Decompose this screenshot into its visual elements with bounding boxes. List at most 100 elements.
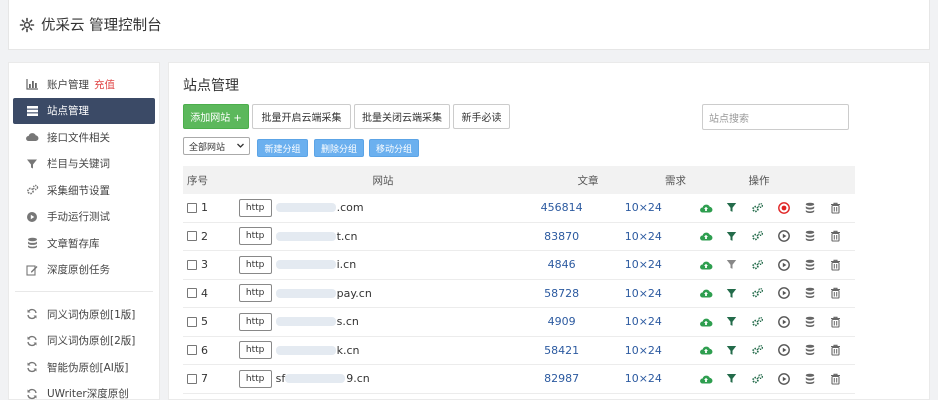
gears-icon[interactable] [751, 286, 765, 300]
play-icon[interactable] [777, 343, 791, 357]
sidebar-item-2[interactable]: 智能伪原创[AI版] [13, 354, 155, 381]
sidebar-item-0[interactable]: 账户管理 充值 [13, 71, 155, 98]
site-domain[interactable]: 9.cn [346, 372, 370, 385]
cloud-upload-icon[interactable] [699, 343, 713, 357]
sidebar-item-7[interactable]: 深度原创任务 [13, 257, 155, 284]
cloud-upload-icon[interactable] [699, 372, 713, 386]
site-domain[interactable]: i.cn [337, 258, 357, 271]
row-no-cell: 7 [183, 372, 235, 385]
site-domain[interactable]: t.cn [337, 230, 358, 243]
demand-value[interactable]: 10×24 [618, 344, 669, 357]
sidebar-item-1[interactable]: 同义词伪原创[2版] [13, 328, 155, 355]
filter-icon[interactable] [725, 229, 739, 243]
play-icon[interactable] [777, 201, 791, 215]
database-icon[interactable] [803, 229, 817, 243]
article-count[interactable]: 58421 [506, 344, 618, 357]
demand-value[interactable]: 10×24 [618, 258, 669, 271]
site-domain[interactable]: k.cn [337, 344, 360, 357]
gears-icon[interactable] [751, 229, 765, 243]
row-checkbox[interactable] [187, 373, 197, 384]
site-domain[interactable]: .com [337, 201, 364, 214]
article-count[interactable]: 4846 [506, 258, 618, 271]
trash-icon[interactable] [829, 229, 843, 243]
batch-close-cloud-button[interactable]: 批量关闭云端采集 [354, 104, 450, 129]
article-count[interactable]: 58728 [506, 287, 618, 300]
play-icon[interactable] [777, 372, 791, 386]
site-domain[interactable]: s.cn [337, 315, 359, 328]
filter-icon[interactable] [725, 315, 739, 329]
gears-icon[interactable] [751, 258, 765, 272]
row-number: 6 [201, 343, 208, 357]
demand-value[interactable]: 10×24 [618, 315, 669, 328]
row-checkbox[interactable] [187, 202, 197, 213]
gears-icon[interactable] [751, 343, 765, 357]
database-icon[interactable] [803, 258, 817, 272]
row-checkbox[interactable] [187, 231, 197, 242]
article-count[interactable]: 456814 [506, 201, 618, 214]
demand-value[interactable]: 10×24 [618, 372, 669, 385]
demand-value[interactable]: 10×24 [618, 287, 669, 300]
play-icon[interactable] [777, 229, 791, 243]
sidebar-item-0[interactable]: 同义词伪原创[1版] [13, 301, 155, 328]
sidebar-item-1[interactable]: 站点管理 [13, 97, 155, 124]
sidebar-item-3[interactable]: UWriter深度原创 [13, 381, 155, 400]
database-icon[interactable] [803, 201, 817, 215]
database-icon[interactable] [803, 372, 817, 386]
demand-value[interactable]: 10×24 [618, 201, 669, 214]
cloud-upload-icon[interactable] [699, 201, 713, 215]
gears-icon [25, 183, 39, 197]
row-checkbox[interactable] [187, 288, 197, 299]
play-icon[interactable] [777, 258, 791, 272]
cloud-upload-icon[interactable] [699, 229, 713, 243]
row-no-cell: 6 [183, 344, 235, 357]
app-title: 优采云 管理控制台 [41, 18, 162, 34]
demand-value[interactable]: 10×24 [618, 230, 669, 243]
site-filter-select[interactable]: 全部网站 [183, 137, 250, 155]
cloud-upload-icon[interactable] [699, 286, 713, 300]
filter-icon[interactable] [725, 286, 739, 300]
sidebar-item-3[interactable]: 栏目与关键词 [13, 151, 155, 178]
filter-icon[interactable] [725, 372, 739, 386]
batch-open-cloud-button[interactable]: 批量开启云端采集 [252, 104, 351, 129]
recharge-badge[interactable]: 充值 [94, 77, 115, 92]
article-count[interactable]: 83870 [506, 230, 618, 243]
row-number: 7 [201, 372, 208, 386]
database-icon[interactable] [803, 315, 817, 329]
article-count[interactable]: 82987 [506, 372, 618, 385]
sidebar-item-5[interactable]: 手动运行测试 [13, 204, 155, 231]
sidebar-item-2[interactable]: 接口文件相关 [13, 124, 155, 151]
article-count[interactable]: 4909 [506, 315, 618, 328]
trash-icon[interactable] [829, 286, 843, 300]
add-site-button[interactable]: 添加网站 + [183, 104, 249, 129]
play-icon[interactable] [777, 286, 791, 300]
sidebar-item-label: 栏目与关键词 [47, 158, 110, 171]
trash-icon[interactable] [829, 372, 843, 386]
play-icon[interactable] [777, 315, 791, 329]
row-checkbox[interactable] [187, 345, 197, 356]
gears-icon[interactable] [751, 201, 765, 215]
sidebar-item-4[interactable]: 采集细节设置 [13, 177, 155, 204]
delete-group-button[interactable]: 删除分组 [314, 139, 364, 157]
guide-button[interactable]: 新手必读 [453, 104, 510, 129]
trash-icon[interactable] [829, 258, 843, 272]
cloud-upload-icon[interactable] [699, 258, 713, 272]
sidebar-item-6[interactable]: 文章暂存库 [13, 230, 155, 257]
site-search-input[interactable]: 站点搜索 [702, 104, 849, 130]
site-domain[interactable]: pay.cn [337, 287, 372, 300]
filter-icon[interactable] [725, 258, 739, 272]
filter-icon[interactable] [725, 343, 739, 357]
cloud-upload-icon[interactable] [699, 315, 713, 329]
filter-icon[interactable] [725, 201, 739, 215]
protocol-tag: http [238, 284, 272, 303]
gears-icon[interactable] [751, 315, 765, 329]
row-checkbox[interactable] [187, 259, 197, 270]
trash-icon[interactable] [829, 201, 843, 215]
database-icon[interactable] [803, 286, 817, 300]
database-icon[interactable] [803, 343, 817, 357]
row-checkbox[interactable] [187, 316, 197, 327]
trash-icon[interactable] [829, 343, 843, 357]
trash-icon[interactable] [829, 315, 843, 329]
gears-icon[interactable] [751, 372, 765, 386]
new-group-button[interactable]: 新建分组 [257, 139, 308, 157]
move-group-button[interactable]: 移动分组 [369, 139, 419, 157]
